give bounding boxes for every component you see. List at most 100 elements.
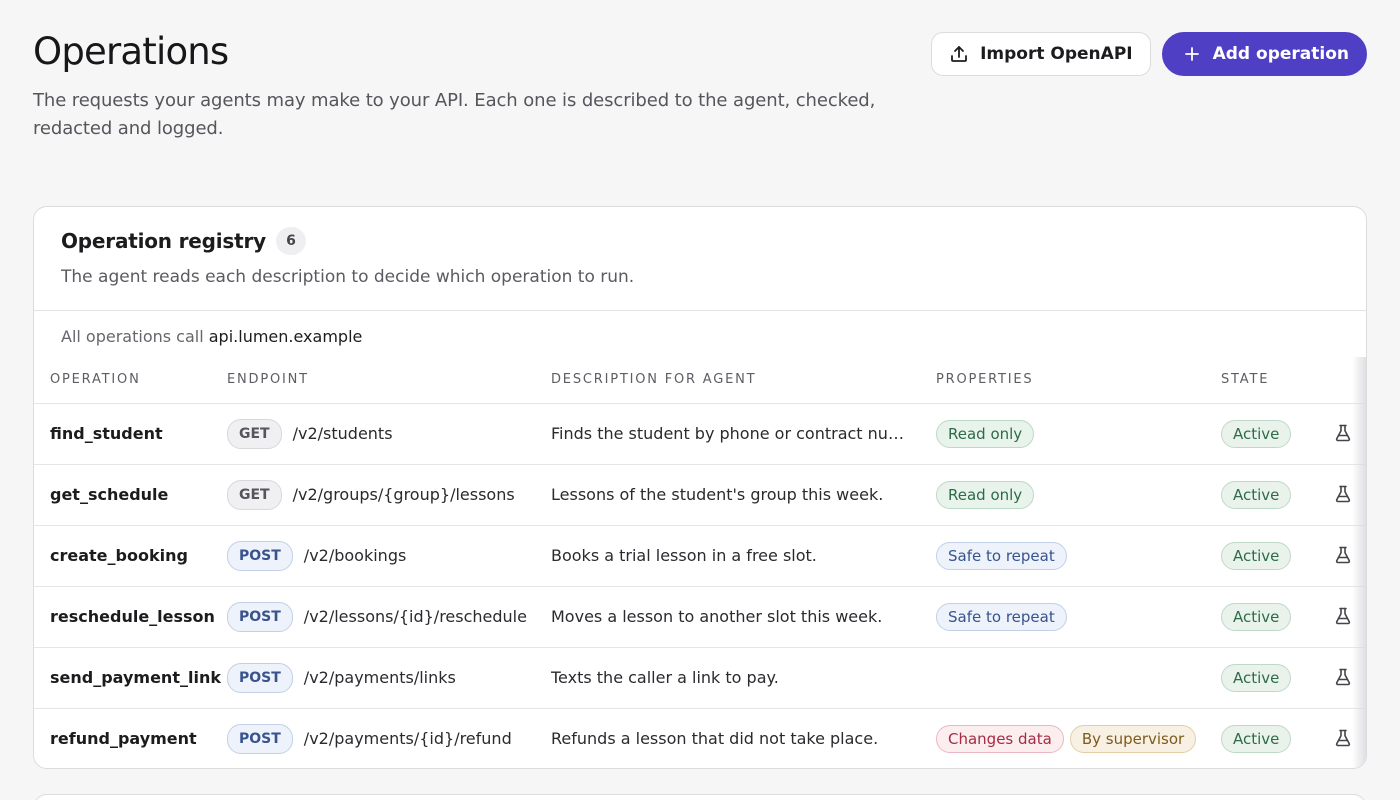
count-badge: 6 bbox=[275, 227, 306, 255]
endpoint-path: /v2/payments/links bbox=[303, 668, 456, 687]
card-header: Operation registry 6 The agent reads eac… bbox=[34, 207, 1366, 311]
description-cell: Finds the student by phone or contract n… bbox=[551, 403, 936, 464]
table-row[interactable]: find_student GET/v2/students Finds the stu… bbox=[34, 403, 1366, 464]
state-cell: Active bbox=[1221, 464, 1331, 525]
properties-cell bbox=[936, 647, 1221, 708]
properties-cell: Read only bbox=[936, 464, 1221, 525]
base-url-prefix: All operations call bbox=[61, 327, 204, 346]
table-row[interactable]: refund_payment POST/v2/payments/{id}/refu… bbox=[34, 708, 1366, 768]
state-cell: Active bbox=[1221, 525, 1331, 586]
upload-icon bbox=[948, 43, 970, 65]
endpoint-path: /v2/students bbox=[292, 424, 393, 443]
property-pill: Read only bbox=[936, 480, 1035, 509]
endpoint-path: /v2/groups/{group}/lessons bbox=[292, 485, 515, 504]
column-header-description: DESCRIPTION FOR AGENT bbox=[551, 372, 757, 388]
endpoint-path: /v2/bookings bbox=[303, 546, 407, 565]
operation-name[interactable]: reschedule_lesson bbox=[50, 607, 215, 626]
operation-registry-card: Operation registry 6 The agent reads eac… bbox=[33, 206, 1367, 769]
card-title-row: Operation registry 6 bbox=[61, 227, 1339, 255]
state-cell: Active bbox=[1221, 586, 1331, 647]
state-badge: Active bbox=[1221, 419, 1292, 448]
description-cell: Moves a lesson to another slot this week… bbox=[551, 586, 936, 647]
operation-cell: send_payment_link bbox=[34, 647, 227, 708]
method-badge: POST bbox=[227, 540, 293, 571]
method-badge: GET bbox=[227, 418, 282, 449]
state-badge: Active bbox=[1221, 480, 1292, 509]
operation-description: Texts the caller a link to pay. bbox=[551, 668, 779, 687]
header-actions: Import OpenAPI Add operation bbox=[931, 32, 1367, 76]
operations-table: OPERATION ENDPOINT DESCRIPTION FOR AGENT… bbox=[34, 357, 1366, 768]
import-openapi-label: Import OpenAPI bbox=[980, 44, 1133, 64]
operation-name[interactable]: send_payment_link bbox=[50, 668, 221, 687]
state-cell: Active bbox=[1221, 403, 1331, 464]
card-description: The agent reads each description to deci… bbox=[61, 267, 635, 287]
plus-icon bbox=[1181, 43, 1203, 65]
operation-description: Lessons of the student's group this week… bbox=[551, 485, 884, 504]
property-pill: By supervisor bbox=[1069, 724, 1197, 753]
table-header-row: OPERATION ENDPOINT DESCRIPTION FOR AGENT… bbox=[34, 357, 1366, 403]
column-header-operation: OPERATION bbox=[50, 372, 141, 388]
method-badge: POST bbox=[227, 723, 293, 754]
properties-cell: Safe to repeat bbox=[936, 586, 1221, 647]
state-badge: Active bbox=[1221, 724, 1292, 753]
method-badge: POST bbox=[227, 662, 293, 693]
operation-cell: create_booking bbox=[34, 525, 227, 586]
state-badge: Active bbox=[1221, 602, 1292, 631]
description-cell: Refunds a lesson that did not take place… bbox=[551, 708, 936, 768]
operation-name[interactable]: get_schedule bbox=[50, 485, 168, 504]
endpoint-cell: GET/v2/students bbox=[227, 403, 551, 464]
operation-description: Refunds a lesson that did not take place… bbox=[551, 729, 879, 749]
endpoint-cell: POST/v2/payments/links bbox=[227, 647, 551, 708]
column-header-endpoint: ENDPOINT bbox=[227, 372, 309, 388]
add-operation-label: Add operation bbox=[1212, 44, 1349, 64]
operation-cell: get_schedule bbox=[34, 464, 227, 525]
description-cell: Texts the caller a link to pay. bbox=[551, 647, 936, 708]
page-header: Operations The requests your agents may … bbox=[33, 30, 933, 143]
method-badge: POST bbox=[227, 601, 293, 632]
properties-cell: Changes data By supervisor bbox=[936, 708, 1221, 768]
property-pill: Safe to repeat bbox=[936, 541, 1067, 570]
card-title: Operation registry bbox=[61, 229, 266, 253]
endpoint-path: /v2/payments/{id}/refund bbox=[303, 729, 512, 749]
table-row[interactable]: create_booking POST/v2/bookings Books a tr… bbox=[34, 525, 1366, 586]
table-row[interactable]: reschedule_lesson POST/v2/lessons/{id}/re… bbox=[34, 586, 1366, 647]
method-badge: GET bbox=[227, 479, 282, 510]
table-row[interactable]: send_payment_link POST/v2/payments/links T… bbox=[34, 647, 1366, 708]
operation-name[interactable]: create_booking bbox=[50, 546, 188, 565]
table-row[interactable]: get_schedule GET/v2/groups/{group}/lesson… bbox=[34, 464, 1366, 525]
properties-cell: Read only bbox=[936, 403, 1221, 464]
operation-description: Finds the student by phone or contract n… bbox=[551, 424, 911, 443]
state-cell: Active bbox=[1221, 708, 1331, 768]
operation-cell: find_student bbox=[34, 403, 227, 464]
page-title: Operations bbox=[33, 30, 229, 73]
operation-name[interactable]: refund_payment bbox=[50, 729, 197, 748]
column-header-state: STATE bbox=[1221, 372, 1270, 388]
state-badge: Active bbox=[1221, 663, 1292, 692]
state-badge: Active bbox=[1221, 541, 1292, 570]
endpoint-cell: GET/v2/groups/{group}/lessons bbox=[227, 464, 551, 525]
operation-cell: reschedule_lesson bbox=[34, 586, 227, 647]
import-openapi-button[interactable]: Import OpenAPI bbox=[931, 32, 1151, 76]
property-pill: Changes data bbox=[936, 724, 1064, 753]
endpoint-path: /v2/lessons/{id}/reschedule bbox=[303, 607, 527, 626]
add-operation-button[interactable]: Add operation bbox=[1161, 32, 1367, 76]
endpoint-cell: POST/v2/lessons/{id}/reschedule bbox=[227, 586, 551, 647]
endpoint-cell: POST/v2/bookings bbox=[227, 525, 551, 586]
properties-cell: Safe to repeat bbox=[936, 525, 1221, 586]
operation-name[interactable]: find_student bbox=[50, 424, 163, 443]
endpoint-cell: POST/v2/payments/{id}/refund bbox=[227, 708, 551, 768]
scroll-shadow bbox=[1352, 357, 1366, 768]
operation-cell: refund_payment bbox=[34, 708, 227, 768]
property-pill: Read only bbox=[936, 419, 1035, 448]
description-cell: Books a trial lesson in a free slot. bbox=[551, 525, 936, 586]
operation-description: Moves a lesson to another slot this week… bbox=[551, 607, 883, 626]
column-header-properties: PROPERTIES bbox=[936, 372, 1034, 388]
base-url-note: All operations call api.lumen.example bbox=[34, 311, 1366, 357]
base-url-host: api.lumen.example bbox=[208, 327, 363, 346]
state-cell: Active bbox=[1221, 647, 1331, 708]
property-pill: Safe to repeat bbox=[936, 602, 1067, 631]
description-cell: Lessons of the student's group this week… bbox=[551, 464, 936, 525]
next-card bbox=[33, 794, 1367, 800]
operation-description: Books a trial lesson in a free slot. bbox=[551, 546, 817, 565]
page-subtitle: The requests your agents may make to you… bbox=[33, 90, 876, 139]
